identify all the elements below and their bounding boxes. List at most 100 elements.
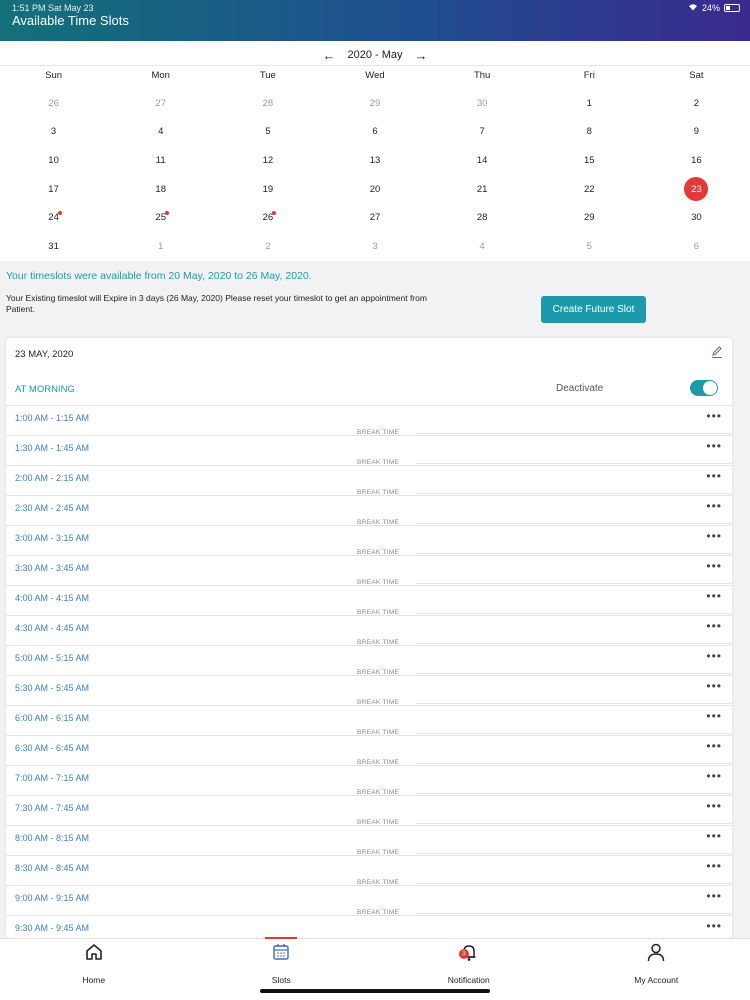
calendar-day[interactable]: 5 xyxy=(536,232,643,261)
calendar-day[interactable]: 28 xyxy=(429,203,536,232)
day-number: 19 xyxy=(262,183,274,195)
break-time-label: BREAK TIME xyxy=(357,879,400,886)
calendar-day[interactable]: 1 xyxy=(536,89,643,118)
calendar-day[interactable]: 5 xyxy=(214,118,321,147)
more-options-icon[interactable]: ••• xyxy=(706,889,722,903)
calendar-day[interactable]: 15 xyxy=(536,146,643,175)
more-options-icon[interactable]: ••• xyxy=(706,799,722,813)
slot-time[interactable]: 6:30 AM - 6:45 AM xyxy=(15,743,89,753)
slot-time[interactable]: 4:30 AM - 4:45 AM xyxy=(15,623,89,633)
calendar-day[interactable]: 8 xyxy=(536,118,643,147)
slot-time[interactable]: 8:00 AM - 8:15 AM xyxy=(15,833,89,843)
calendar-day[interactable]: 22 xyxy=(536,175,643,204)
more-options-icon[interactable]: ••• xyxy=(706,709,722,723)
more-options-icon[interactable]: ••• xyxy=(706,439,722,453)
calendar-day[interactable]: 3 xyxy=(321,232,428,261)
slot-row: 1:30 AM - 1:45 AM ••• BREAK TIME xyxy=(6,435,732,466)
slot-time[interactable]: 9:00 AM - 9:15 AM xyxy=(15,893,89,903)
more-options-icon[interactable]: ••• xyxy=(706,739,722,753)
calendar-day[interactable]: 1 xyxy=(107,232,214,261)
more-options-icon[interactable]: ••• xyxy=(706,859,722,873)
calendar-day-selected[interactable]: 23 xyxy=(643,175,750,204)
day-number: 10 xyxy=(48,154,59,166)
break-time-divider: BREAK TIME xyxy=(6,489,732,499)
day-number: 16 xyxy=(691,154,702,166)
day-number: 18 xyxy=(155,183,166,195)
slot-time[interactable]: 8:30 AM - 8:45 AM xyxy=(15,863,89,873)
more-options-icon[interactable]: ••• xyxy=(706,559,722,573)
calendar-day[interactable]: 6 xyxy=(321,118,428,147)
calendar-day[interactable]: 4 xyxy=(107,118,214,147)
more-options-icon[interactable]: ••• xyxy=(706,649,722,663)
expiry-warning: Your Existing timeslot will Expire in 3 … xyxy=(6,293,427,314)
more-options-icon[interactable]: ••• xyxy=(706,589,722,603)
calendar-day[interactable]: 10 xyxy=(0,146,107,175)
slot-time[interactable]: 7:00 AM - 7:15 AM xyxy=(15,773,89,783)
calendar-day[interactable]: 18 xyxy=(107,175,214,204)
calendar-day[interactable]: 7 xyxy=(429,118,536,147)
calendar-day[interactable]: 4 xyxy=(429,232,536,261)
calendar-day[interactable]: 13 xyxy=(321,146,428,175)
calendar-day[interactable]: 2 xyxy=(214,232,321,261)
more-options-icon[interactable]: ••• xyxy=(706,919,722,933)
calendar-day[interactable]: 31 xyxy=(0,232,107,261)
calendar-day[interactable]: 27 xyxy=(107,89,214,118)
nav-home[interactable]: Home xyxy=(0,939,188,1000)
edit-pencil-icon[interactable] xyxy=(710,345,724,359)
calendar-day[interactable]: 24 xyxy=(0,203,107,232)
calendar-day[interactable]: 3 xyxy=(0,118,107,147)
calendar-day[interactable]: 16 xyxy=(643,146,750,175)
prev-month-arrow-icon[interactable]: ← xyxy=(322,48,335,63)
slot-time[interactable]: 5:00 AM - 5:15 AM xyxy=(15,653,89,663)
calendar-day[interactable]: 19 xyxy=(214,175,321,204)
calendar-day[interactable]: 25 xyxy=(107,203,214,232)
calendar-day[interactable]: 26 xyxy=(0,89,107,118)
break-time-label: BREAK TIME xyxy=(357,609,400,616)
slot-time[interactable]: 1:00 AM - 1:15 AM xyxy=(15,413,89,423)
calendar-day[interactable]: 29 xyxy=(536,203,643,232)
slot-time[interactable]: 5:30 AM - 5:45 AM xyxy=(15,683,89,693)
more-options-icon[interactable]: ••• xyxy=(706,829,722,843)
slot-time[interactable]: 1:30 AM - 1:45 AM xyxy=(15,443,89,453)
slot-time[interactable]: 4:00 AM - 4:15 AM xyxy=(15,593,89,603)
calendar-day[interactable]: 29 xyxy=(321,89,428,118)
slot-time[interactable]: 2:00 AM - 2:15 AM xyxy=(15,473,89,483)
calendar-day[interactable]: 11 xyxy=(107,146,214,175)
calendar-day[interactable]: 12 xyxy=(214,146,321,175)
calendar-day[interactable]: 9 xyxy=(643,118,750,147)
slot-time[interactable]: 6:00 AM - 6:15 AM xyxy=(15,713,89,723)
create-future-slot-button[interactable]: Create Future Slot xyxy=(541,296,646,323)
calendar-day[interactable]: 6 xyxy=(643,232,750,261)
break-time-label: BREAK TIME xyxy=(357,819,400,826)
calendar-day[interactable]: 28 xyxy=(214,89,321,118)
calendar-day[interactable]: 2 xyxy=(643,89,750,118)
break-line xyxy=(416,733,732,734)
slot-time[interactable]: 9:30 AM - 9:45 AM xyxy=(15,923,89,933)
more-options-icon[interactable]: ••• xyxy=(706,679,722,693)
calendar-day[interactable]: 14 xyxy=(429,146,536,175)
slot-time[interactable]: 7:30 AM - 7:45 AM xyxy=(15,803,89,813)
slot-time[interactable]: 2:30 AM - 2:45 AM xyxy=(15,503,89,513)
calendar-day[interactable]: 26 xyxy=(214,203,321,232)
nav-my-account[interactable]: My Account xyxy=(563,939,750,1000)
next-month-arrow-icon[interactable]: → xyxy=(415,48,428,63)
calendar-day[interactable]: 21 xyxy=(429,175,536,204)
event-dot xyxy=(57,211,62,216)
slot-time[interactable]: 3:30 AM - 3:45 AM xyxy=(15,563,89,573)
more-options-icon[interactable]: ••• xyxy=(706,619,722,633)
day-number: 17 xyxy=(48,183,59,195)
more-options-icon[interactable]: ••• xyxy=(706,499,722,513)
more-options-icon[interactable]: ••• xyxy=(706,529,722,543)
calendar-day[interactable]: 27 xyxy=(321,203,428,232)
calendar-day[interactable]: 30 xyxy=(643,203,750,232)
day-number: 15 xyxy=(583,154,595,166)
calendar-day[interactable]: 30 xyxy=(429,89,536,118)
deactivate-toggle[interactable] xyxy=(690,380,718,396)
day-number: 5 xyxy=(586,240,592,252)
more-options-icon[interactable]: ••• xyxy=(706,469,722,483)
more-options-icon[interactable]: ••• xyxy=(706,769,722,783)
calendar-day[interactable]: 17 xyxy=(0,175,107,204)
slot-time[interactable]: 3:00 AM - 3:15 AM xyxy=(15,533,89,543)
more-options-icon[interactable]: ••• xyxy=(706,409,722,423)
calendar-day[interactable]: 20 xyxy=(321,175,428,204)
